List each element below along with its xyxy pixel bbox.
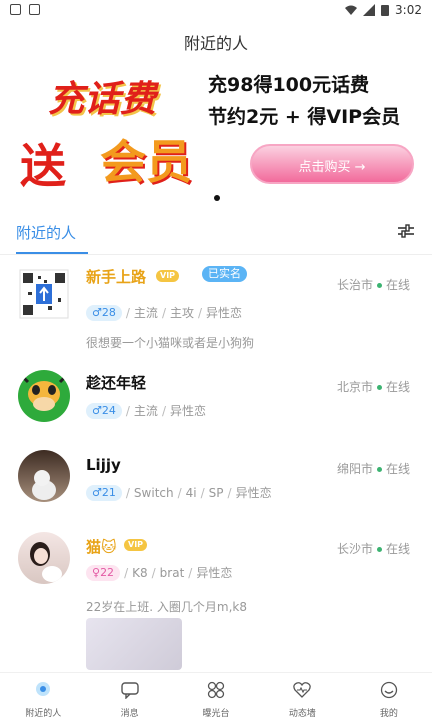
nav-messages[interactable]: 消息 xyxy=(86,673,172,721)
nav-profile[interactable]: 我的 xyxy=(346,673,432,721)
user-name: Lijjy xyxy=(86,456,121,474)
online-dot xyxy=(376,283,382,288)
online-dot xyxy=(376,547,382,552)
online-dot xyxy=(376,385,382,390)
age-badge: ♀22 xyxy=(86,564,121,581)
location-city: 绵阳市 xyxy=(336,462,373,476)
signal-icon xyxy=(363,4,376,16)
location-icon xyxy=(36,682,51,696)
bottom-nav: 附近的人 消息 曝光台 动态墙 我的 xyxy=(0,672,432,721)
nav-label: 动态墙 xyxy=(288,709,316,719)
user-bio: 22岁在上班. 入圈几个月m,k8 xyxy=(86,600,247,614)
location-status: 长治市 在线 xyxy=(337,276,410,293)
nav-exposure[interactable]: 曝光台 xyxy=(173,673,259,721)
age-value: 21 xyxy=(101,485,116,499)
list-item[interactable]: Lijjy 绵阳市 在线 ♂21 /Switch /4i / SP / 异性恋 xyxy=(0,448,432,524)
chat-icon xyxy=(120,682,139,699)
tag: 异性恋 xyxy=(196,566,233,580)
status-bar: 3:02 xyxy=(0,0,432,22)
avatar[interactable] xyxy=(18,532,70,584)
user-name: 趁还年轻 xyxy=(86,374,147,392)
online-status: 在线 xyxy=(385,278,410,292)
online-status: 在线 xyxy=(385,380,410,394)
tag-row: ♂21 /Switch /4i / SP / 异性恋 xyxy=(86,484,272,501)
nav-nearby[interactable]: 附近的人 xyxy=(0,673,86,721)
promo-banner[interactable]: 充话费 充98得100元话费 节约2元 + 得VIP会员 送 会员 点击购买 → xyxy=(18,64,428,196)
buy-button-label: 点击购买 → xyxy=(298,160,366,175)
online-status: 在线 xyxy=(385,542,410,556)
avatar[interactable] xyxy=(18,268,70,320)
tag: SP xyxy=(208,485,224,500)
battery-icon xyxy=(381,5,390,16)
nav-label: 曝光台 xyxy=(202,709,230,719)
tag: 4i xyxy=(185,485,197,500)
user-name: 新手上路 xyxy=(86,268,147,286)
location-status: 长沙市 在线 xyxy=(337,540,410,557)
heart-pulse-icon xyxy=(293,682,312,698)
avatar[interactable] xyxy=(18,370,70,422)
wifi-icon xyxy=(345,5,358,15)
location-status: 北京市 在线 xyxy=(337,378,410,395)
banner-headline-send: 送 xyxy=(20,139,66,193)
tag: 主流 xyxy=(133,404,158,418)
tag: 主流 xyxy=(133,306,158,320)
banner-line-1: 充98得100元话费 xyxy=(208,74,370,96)
age-badge: ♂21 xyxy=(86,484,122,501)
banner-headline-member: 会员 xyxy=(100,135,192,189)
verified-badge: 已实名 xyxy=(202,266,247,282)
notification-icon xyxy=(10,4,21,15)
vip-badge: VIP xyxy=(124,539,148,551)
tag: 异性恋 xyxy=(169,404,206,418)
tag: 异性恋 xyxy=(235,486,272,500)
tag-row: ♂24 /主流 / 异性恋 xyxy=(86,402,206,419)
nav-moments[interactable]: 动态墙 xyxy=(259,673,345,721)
location-city: 北京市 xyxy=(336,380,373,394)
image-icon xyxy=(29,4,40,15)
tag: Switch xyxy=(133,485,174,500)
vip-badge: VIP xyxy=(156,270,180,282)
location-status: 绵阳市 在线 xyxy=(337,460,410,477)
clock: 3:02 xyxy=(395,3,422,17)
tag: 异性恋 xyxy=(206,306,243,320)
tag-row: ♀22 /K8 /brat / 异性恋 xyxy=(86,564,232,581)
carousel-indicator xyxy=(214,195,220,201)
age-value: 24 xyxy=(101,403,116,417)
online-dot xyxy=(376,467,382,472)
tag: 主攻 xyxy=(169,306,194,320)
location-city: 长治市 xyxy=(336,278,373,292)
age-value: 28 xyxy=(101,305,116,319)
tag-row: ♂28 /主流 / 主攻 / 异性恋 xyxy=(86,304,242,321)
user-name: 猫🐱 xyxy=(86,538,117,556)
filter-icon[interactable] xyxy=(396,222,416,242)
list-item[interactable]: 趁还年轻 北京市 在线 ♂24 /主流 / 异性恋 xyxy=(0,366,432,442)
nav-label: 我的 xyxy=(379,709,398,719)
tag: K8 xyxy=(132,565,148,580)
banner-headline-recharge: 充话费 xyxy=(48,78,157,120)
banner-line-2: 节约2元 + 得VIP会员 xyxy=(208,106,401,128)
nav-label: 附近的人 xyxy=(25,709,62,719)
age-badge: ♂28 xyxy=(86,304,122,321)
tab-nearby[interactable]: 附近的人 xyxy=(16,222,76,243)
avatar[interactable] xyxy=(18,450,70,502)
location-city: 长沙市 xyxy=(336,542,373,556)
age-badge: ♂24 xyxy=(86,402,122,419)
post-photo[interactable] xyxy=(86,618,182,670)
list-item[interactable]: 新手上路 VIP 已实名 长治市 在线 ♂28 /主流 / 主攻 / 异性恋 很想要一… xyxy=(0,262,432,360)
user-bio: 很想要一个小猫咪或者是小狗狗 xyxy=(86,336,255,350)
tab-underline xyxy=(16,252,88,254)
age-value: 22 xyxy=(100,565,115,579)
list-item[interactable]: 猫🐱 VIP 长沙市 在线 ♀22 /K8 /brat / 异性恋 22岁在上班. … xyxy=(0,530,432,672)
buy-button[interactable]: 点击购买 → xyxy=(250,144,414,184)
tag: brat xyxy=(159,565,185,580)
tab-bar: 附近的人 xyxy=(0,214,432,255)
nav-label: 消息 xyxy=(120,709,139,719)
online-status: 在线 xyxy=(385,462,410,476)
smile-icon xyxy=(380,681,397,699)
page-title: 附近的人 xyxy=(183,34,248,53)
grid-icon xyxy=(207,681,225,699)
